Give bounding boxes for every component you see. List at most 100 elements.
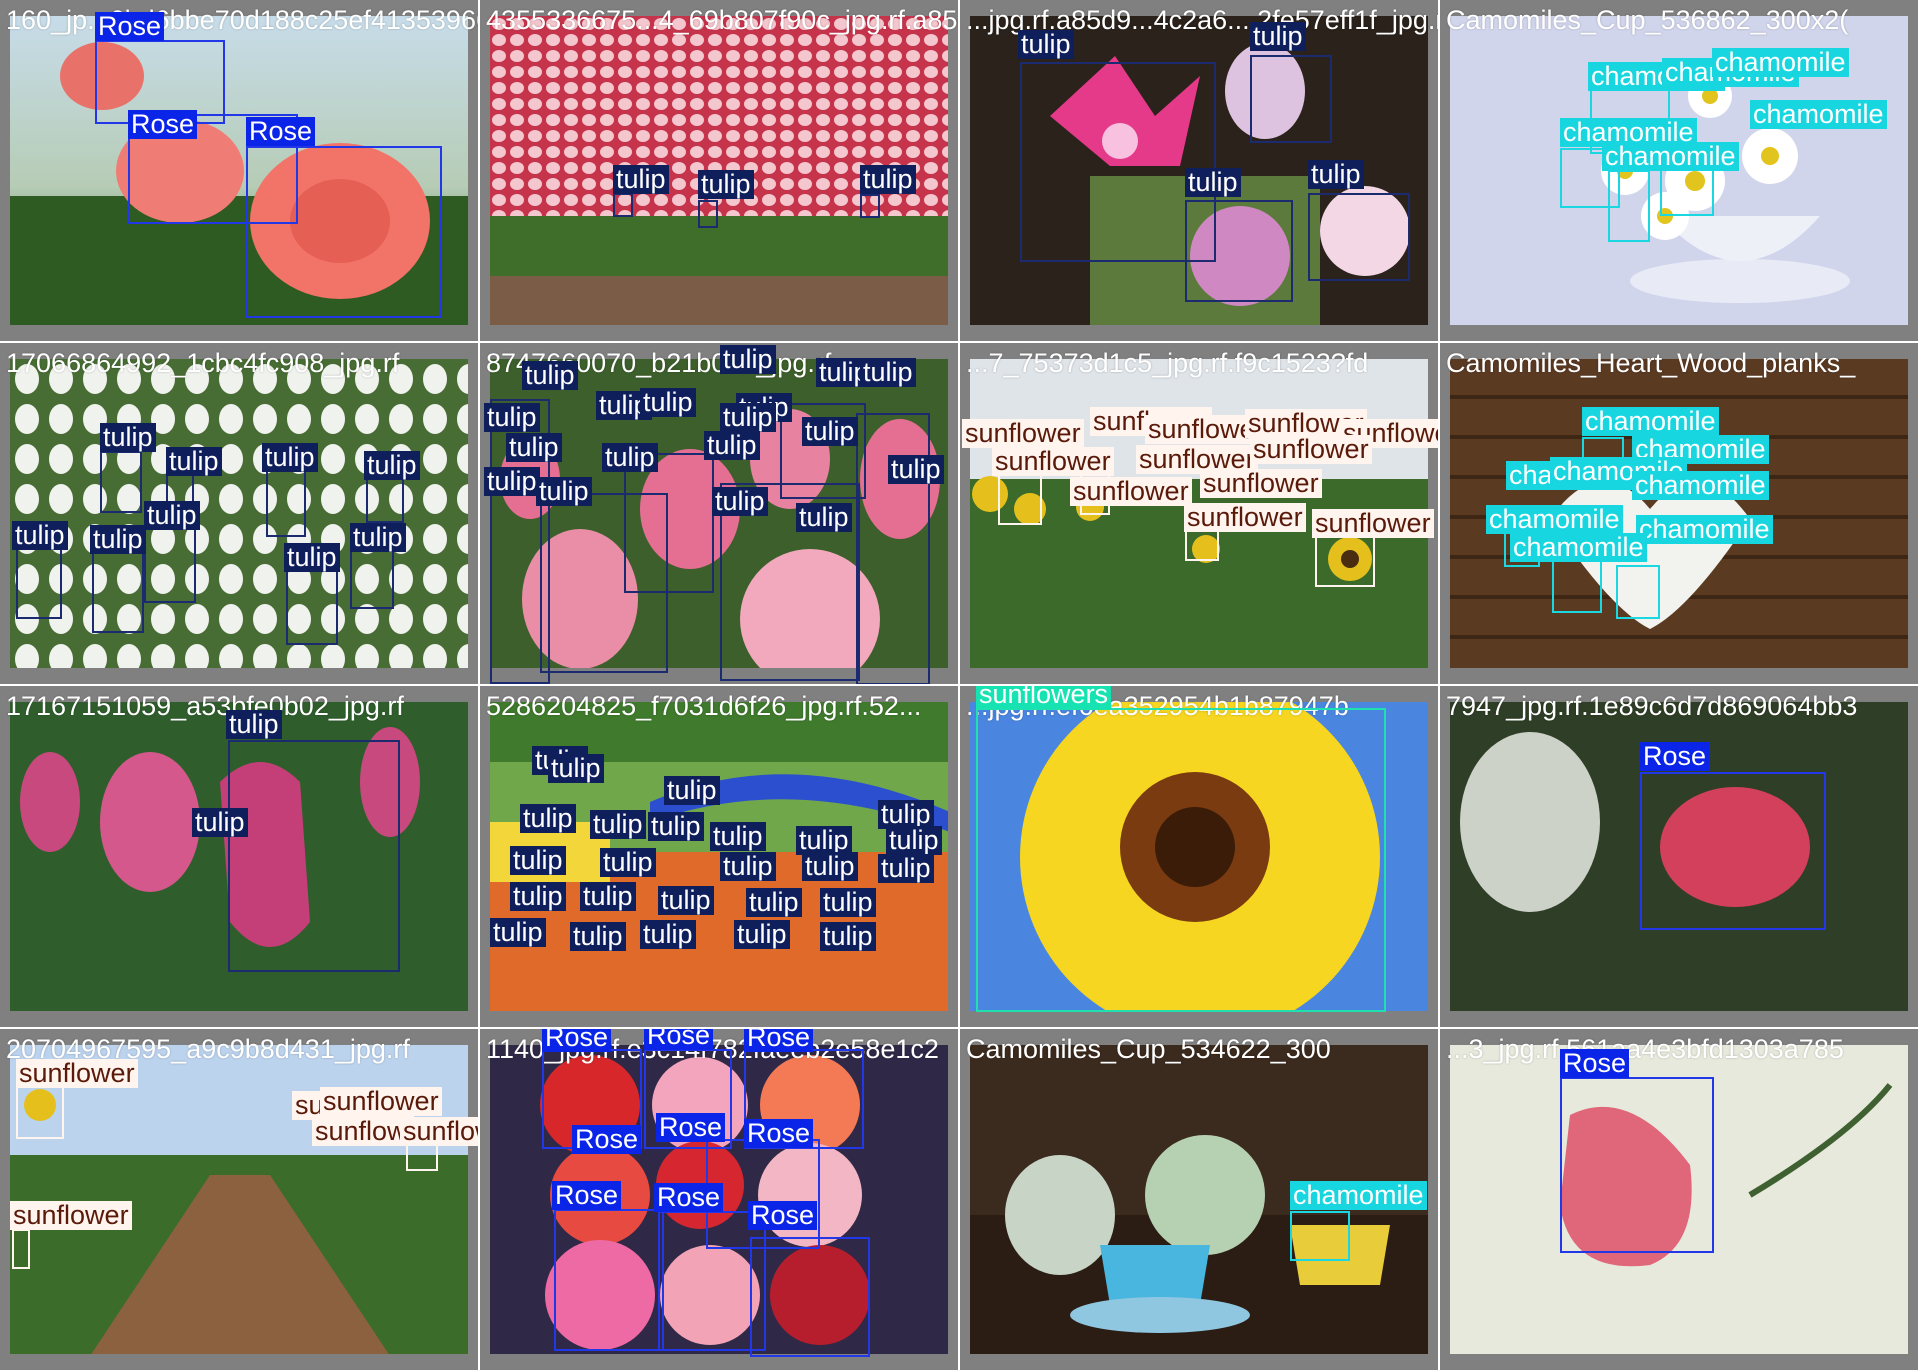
detection-label: tulip: [720, 403, 776, 432]
detection-label: tulip: [1250, 22, 1306, 51]
detection-label: sunflower: [400, 1117, 478, 1146]
detection-label: tulip: [1185, 168, 1241, 197]
detection-box: [1185, 200, 1293, 302]
detection-label: tulip: [536, 477, 592, 506]
detection-label: tulip: [284, 543, 340, 572]
image-filename: ...7_75373d1c5_jpg.rf.f9c1523?fd: [966, 348, 1369, 378]
detection-label: chamomile: [1602, 142, 1739, 171]
detection-box: [613, 193, 633, 217]
tile-10: 5286204825_f7031d6f26_jpg.rf.52... tulip…: [480, 686, 960, 1029]
detection-label: tulip: [144, 501, 200, 530]
tile-7: ...7_75373d1c5_jpg.rf.f9c1523?fd sunflow…: [960, 343, 1440, 686]
detection-label: Rose: [748, 1201, 818, 1230]
detection-label: chamomile: [1582, 407, 1719, 436]
detection-box: [1608, 170, 1650, 242]
detection-label: tulip: [520, 804, 576, 833]
detection-box: [1308, 193, 1410, 281]
detection-box: [228, 740, 400, 972]
detection-label: sunflower: [1200, 469, 1322, 498]
detection-label: tulip: [100, 423, 156, 452]
detection-label: tulip: [712, 487, 768, 516]
detection-box: [266, 467, 306, 537]
detection-box: [246, 146, 442, 318]
detection-label: tulip: [510, 846, 566, 875]
detection-label: sunflower: [1312, 509, 1434, 538]
detection-label: chamomile: [1712, 48, 1849, 77]
detection-label: chamomile: [1290, 1181, 1427, 1210]
detection-label: Rose: [246, 117, 316, 146]
detection-label: Rose: [128, 110, 198, 139]
detection-box: [750, 1237, 870, 1357]
detection-label: tulip: [648, 812, 704, 841]
detection-label: chamomile: [1632, 471, 1769, 500]
detection-label: tulip: [888, 455, 944, 484]
detection-label: tulip: [484, 467, 540, 496]
detection-label: tulip: [600, 848, 656, 877]
detection-label: tulip: [698, 170, 754, 199]
detection-label: tulip: [1018, 30, 1074, 59]
detection-label: sunflower: [1250, 435, 1372, 464]
detection-label: sunflower: [962, 419, 1084, 448]
detection-label: tulip: [720, 345, 776, 374]
detection-label: Rose: [654, 1183, 724, 1212]
detection-label: sunflowers: [976, 686, 1112, 709]
detection-label: Rose: [1640, 742, 1710, 771]
detection-box: [12, 1229, 30, 1269]
tile-12: 7947_jpg.rf.1e89c6d7d869064bb3 Rose: [1440, 686, 1920, 1029]
detection-label: tulip: [886, 826, 942, 855]
detection-label: tulip: [710, 822, 766, 851]
detection-label: Rose: [1560, 1049, 1630, 1078]
image-filename: Camomiles_Cup_534622_300: [966, 1034, 1331, 1064]
detection-label: tulip: [192, 808, 248, 837]
image-filename: 4355336675...4_69b807f90c_jpg.rf.a85d9..…: [486, 5, 960, 35]
detection-label: tulip: [658, 886, 714, 915]
detection-label: sunflower: [1184, 503, 1306, 532]
detection-label: Rose: [95, 12, 165, 41]
detection-label: tulip: [12, 521, 68, 550]
image-filename: ...3_jpg.rf.561aa4e3bfd1303a785: [1446, 1034, 1844, 1064]
detection-label: tulip: [802, 417, 858, 446]
tile-13: 20704967595_a9c9b8d431_jpg.rf sunflower …: [0, 1029, 480, 1372]
detection-label: Rose: [644, 1029, 714, 1050]
detection-label: sunflower: [10, 1201, 132, 1230]
detection-box: [1315, 533, 1375, 587]
detection-label: tulip: [484, 403, 540, 432]
tile-11: ...jpg.rf.ef6ea352954b1b87947b sunflower…: [960, 686, 1440, 1029]
detection-label: tulip: [820, 888, 876, 917]
detection-box: [1290, 1211, 1350, 1261]
detection-label: Rose: [744, 1119, 814, 1148]
detection-label: Rose: [656, 1113, 726, 1142]
image-filename: Camomiles_Heart_Wood_planks_: [1446, 348, 1856, 378]
image-filename: 17066864992_1cbc4fc908_jpg.rf: [6, 348, 400, 378]
detection-label: tulip: [522, 361, 578, 390]
detection-label: tulip: [613, 165, 669, 194]
detection-label: chamomile: [1486, 505, 1623, 534]
detection-label: tulip: [746, 888, 802, 917]
detection-label: tulip: [90, 525, 146, 554]
detection-label: tulip: [796, 503, 852, 532]
detection-label: tulip: [860, 358, 916, 387]
detection-label: tulip: [734, 920, 790, 949]
detection-label: tulip: [860, 165, 916, 194]
detection-label: sunflower: [1070, 477, 1192, 506]
tile-5: 17066864992_1cbc4fc908_jpg.rf tulip tuli…: [0, 343, 480, 686]
detection-label: tulip: [720, 852, 776, 881]
image-filename: Camomiles_Cup_536862_300x2(: [1446, 5, 1849, 35]
detection-label: tulip: [820, 922, 876, 951]
tile-3: ...jpg.rf.a85d9...4c2a6... 2fe57eff1f_jp…: [960, 0, 1440, 343]
detection-label: tulip: [802, 852, 858, 881]
detection-box: [366, 473, 404, 523]
detection-label: sunflower: [320, 1087, 442, 1116]
image-filename: 5286204825_f7031d6f26_jpg.rf.52...: [486, 691, 922, 721]
detection-label: tulip: [640, 920, 696, 949]
detection-label: Rose: [744, 1029, 814, 1052]
detection-label: sunflower: [16, 1059, 138, 1088]
tile-4: Camomiles_Cup_536862_300x2( chamomile ch…: [1440, 0, 1920, 343]
detection-box: [554, 1209, 664, 1351]
detection-label: tulip: [506, 433, 562, 462]
detection-label: tulip: [590, 810, 646, 839]
detection-label: tulip: [166, 447, 222, 476]
detection-box: [860, 194, 880, 218]
detection-label: tulip: [602, 443, 658, 472]
tile-6: 8747660070_b21b0a9_jpg.rf tulip tulip tu…: [480, 343, 960, 686]
